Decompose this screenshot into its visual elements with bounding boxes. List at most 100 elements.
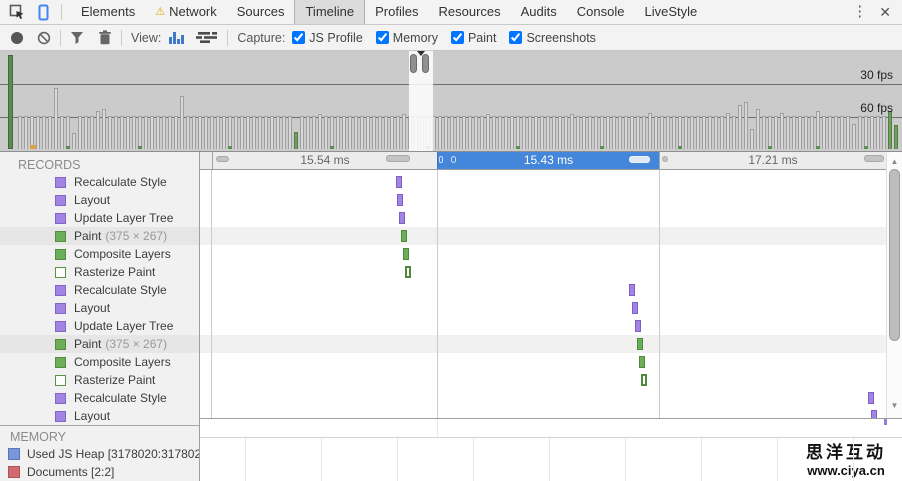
tab-livestyle[interactable]: LiveStyle [634, 0, 707, 24]
record-row-paint[interactable]: Paint(375 × 267) [0, 227, 199, 245]
record-row-update-layer-tree[interactable]: Update Layer Tree [0, 209, 199, 227]
frame-header-15-43-ms[interactable]: 15.43 ms [437, 152, 659, 169]
timeline-event-green[interactable] [401, 230, 407, 242]
record-label: Layout [74, 301, 110, 315]
tab-profiles[interactable]: Profiles [365, 0, 428, 24]
clear-recording-icon[interactable] [37, 31, 51, 45]
timeline-event-purple[interactable] [399, 212, 405, 224]
record-row-layout[interactable]: Layout [0, 407, 199, 425]
fps-bar [840, 116, 844, 149]
fps-bar [522, 116, 526, 149]
scroll-up-icon[interactable]: ▲ [887, 157, 902, 167]
record-label: Recalculate Style [74, 391, 167, 405]
timeline-event-purple[interactable] [396, 176, 402, 188]
scroll-down-icon[interactable]: ▼ [887, 401, 902, 411]
timeline-event-green-hollow[interactable] [405, 266, 411, 278]
timeline-event-green[interactable] [639, 356, 645, 368]
record-row-rasterize-paint[interactable]: Rasterize Paint [0, 371, 199, 389]
watermark-text: 思洋互动 [806, 438, 886, 463]
tab-audits[interactable]: Audits [511, 0, 567, 24]
fps-bar [648, 113, 652, 149]
trash-icon[interactable] [98, 30, 112, 45]
fps-overview-strip[interactable]: 30 fps 60 fps [0, 51, 902, 152]
tab-sources[interactable]: Sources [227, 0, 295, 24]
tab-resources[interactable]: Resources [428, 0, 510, 24]
fps-bar [738, 105, 742, 149]
frame-screenshot-chip [864, 155, 884, 162]
memory-counter[interactable]: Used JS Heap [3178020:3178020] [0, 445, 199, 463]
fps-bar [264, 116, 268, 149]
record-row-layout[interactable]: Layout [0, 299, 199, 317]
gpu-activity-tick [816, 146, 820, 149]
view-events-icon[interactable] [168, 31, 187, 44]
js-profile-checkbox-input[interactable] [292, 31, 305, 44]
timeline-event-purple[interactable] [871, 410, 877, 418]
tab-network[interactable]: ⚠Network [145, 0, 227, 24]
capture-memory-checkbox[interactable]: Memory [376, 31, 438, 45]
activity-marker [8, 55, 13, 149]
timeline-event-green[interactable] [403, 248, 409, 260]
fps-bar [438, 116, 442, 149]
record-row-paint[interactable]: Paint(375 × 267) [0, 335, 199, 353]
timeline-event-purple[interactable] [397, 194, 403, 206]
inspect-element-icon[interactable] [8, 3, 26, 21]
memory-checkbox-input[interactable] [376, 31, 389, 44]
record-row-composite-layers[interactable]: Composite Layers [0, 353, 199, 371]
tab-label: Profiles [375, 0, 418, 24]
screenshots-checkbox-input[interactable] [509, 31, 522, 44]
vertical-scrollbar[interactable]: ▲ ▼ [886, 152, 902, 418]
capture-checkboxes: JS Profile Memory Paint Screenshots [292, 31, 609, 45]
timeline-events-area[interactable] [200, 170, 886, 418]
fps-bar [348, 116, 352, 149]
timeline-event-purple[interactable] [868, 392, 874, 404]
checkbox-label: Paint [468, 31, 497, 45]
timeline-event-purple[interactable] [632, 302, 638, 314]
fps-bar [54, 88, 58, 149]
record-label: Layout [74, 193, 110, 207]
tab-console[interactable]: Console [567, 0, 635, 24]
record-row-rasterize-paint[interactable]: Rasterize Paint [0, 263, 199, 281]
gpu-activity-tick [600, 146, 604, 149]
tab-timeline[interactable]: Timeline [294, 0, 365, 24]
paint-checkbox-input[interactable] [451, 31, 464, 44]
timeline-event-purple[interactable] [635, 320, 641, 332]
capture-js-profile-checkbox[interactable]: JS Profile [292, 31, 363, 45]
record-row-recalculate-style[interactable]: Recalculate Style [0, 389, 199, 407]
timeline-event-purple[interactable] [629, 284, 635, 296]
selection-left-handle[interactable] [410, 54, 417, 73]
record-row-layout[interactable]: Layout [0, 191, 199, 209]
tab-label: Resources [438, 0, 500, 24]
counter-label: Documents [2:2] [27, 465, 114, 479]
filter-icon[interactable] [70, 31, 84, 45]
scrollbar-thumb[interactable] [889, 169, 900, 341]
paint-row-highlight [200, 335, 886, 353]
warning-icon: ⚠ [155, 0, 165, 24]
tab-elements[interactable]: Elements [71, 0, 145, 24]
timeline-event-green[interactable] [637, 338, 643, 350]
memory-counter[interactable]: Documents [2:2] [0, 463, 199, 481]
device-mode-icon[interactable] [34, 3, 52, 21]
divider [227, 30, 228, 46]
selection-right-handle[interactable] [422, 54, 429, 73]
capture-paint-checkbox[interactable]: Paint [451, 31, 497, 45]
record-row-update-layer-tree[interactable]: Update Layer Tree [0, 317, 199, 335]
fps-bar [798, 116, 802, 149]
purple-swatch-icon [55, 177, 66, 188]
record-label: Update Layer Tree [74, 319, 173, 333]
timeline-event-green-hollow[interactable] [641, 374, 647, 386]
record-row-recalculate-style[interactable]: Recalculate Style [0, 173, 199, 191]
fps-bar [180, 96, 184, 149]
capture-screenshots-checkbox[interactable]: Screenshots [509, 31, 595, 45]
overflow-menu-icon[interactable]: ⋮ [843, 0, 876, 24]
close-icon[interactable]: ✕ [876, 0, 902, 24]
record-button[interactable] [11, 32, 23, 44]
gpu-activity-tick [228, 146, 232, 149]
frame-header-17-21-ms[interactable]: 17.21 ms [659, 152, 886, 169]
memory-gridline [245, 438, 246, 481]
record-row-composite-layers[interactable]: Composite Layers [0, 245, 199, 263]
record-row-recalculate-style[interactable]: Recalculate Style [0, 281, 199, 299]
record-label: Composite Layers [74, 247, 171, 261]
view-frames-icon[interactable] [196, 31, 218, 44]
fps-bar [750, 129, 754, 149]
memory-title: MEMORY [10, 430, 66, 444]
